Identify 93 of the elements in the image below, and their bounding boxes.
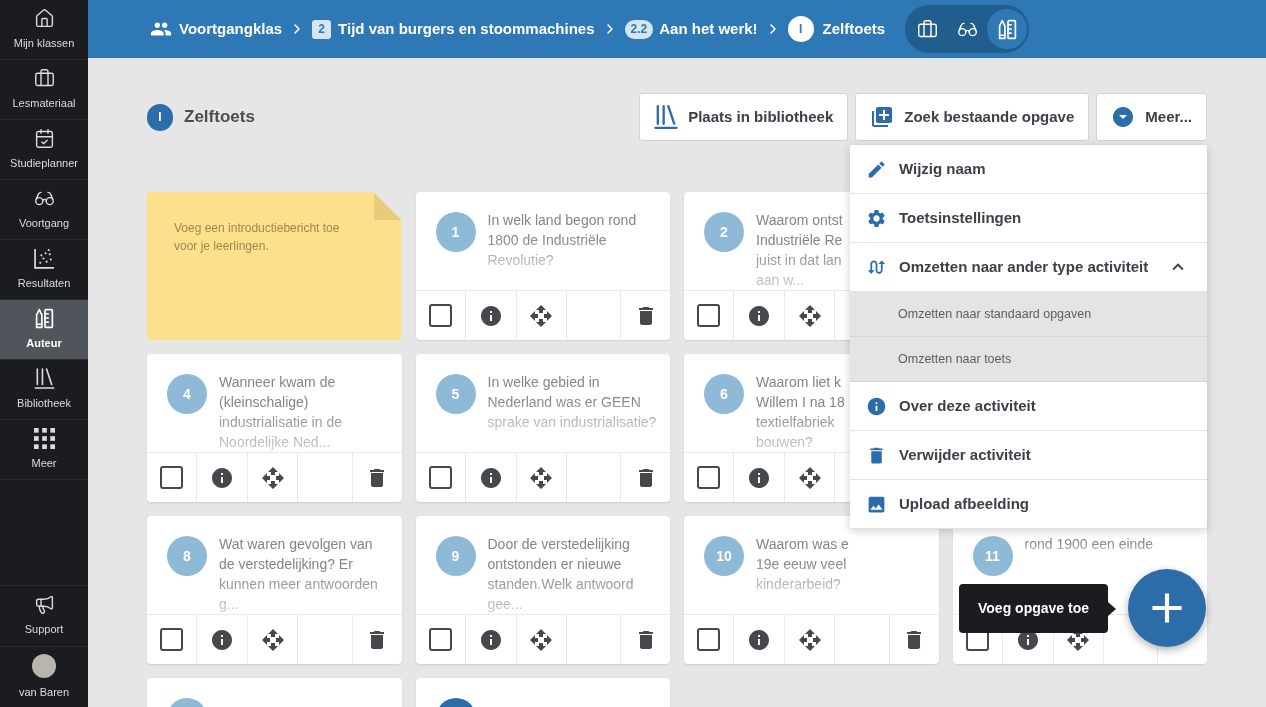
checkbox[interactable] — [160, 466, 183, 489]
books-icon — [33, 367, 55, 389]
number-badge: 11 — [972, 536, 1013, 576]
number-badge: 2 — [704, 212, 744, 252]
more-button[interactable]: Meer... — [1096, 93, 1207, 141]
settings-icon — [866, 207, 887, 229]
megaphone-icon — [33, 594, 55, 616]
move-icon[interactable] — [797, 303, 822, 328]
breadcrumb-link[interactable]: Voortgangklas — [179, 17, 283, 41]
info-icon[interactable] — [210, 627, 234, 652]
briefcase-icon — [916, 18, 938, 40]
house-icon — [33, 7, 55, 29]
view-tab[interactable] — [987, 9, 1028, 49]
question-card[interactable]: 10 Waarom was e 19e eeuw veel kinderarbeid? — [684, 516, 939, 664]
move-icon[interactable] — [260, 627, 285, 652]
tooltip: Voeg opgave toe — [959, 584, 1116, 633]
sidebar-item[interactable]: Meer — [0, 420, 88, 480]
number-badge: 9 — [435, 536, 476, 576]
sidebar-item[interactable]: Studieplanner — [0, 120, 88, 180]
library-button[interactable]: Plaats in bibliotheek — [639, 93, 849, 141]
number-badge: 4 — [167, 374, 207, 414]
menu-item[interactable]: Verwijder activiteit — [850, 431, 1207, 480]
breadcrumb-link[interactable]: Aan het werk! — [659, 17, 758, 41]
info-icon[interactable] — [747, 627, 771, 652]
books-icon — [654, 105, 679, 129]
question-text: In welke gebied in Nederland was er GEEN sprake van industrialisatie? — [487, 373, 658, 432]
move-icon[interactable] — [797, 627, 822, 652]
profile-item[interactable]: van Baren — [0, 646, 88, 707]
avatar — [32, 653, 56, 678]
move-icon[interactable] — [529, 465, 553, 490]
sidebar-item[interactable]: Lesmateriaal — [0, 60, 88, 120]
checkbox[interactable] — [160, 628, 183, 651]
sidebar-item[interactable]: Bibliotheek — [0, 360, 88, 420]
info-icon[interactable] — [747, 465, 771, 490]
briefcase-icon — [33, 67, 55, 89]
number-badge: 5 — [435, 374, 476, 414]
move-icon[interactable] — [529, 627, 553, 652]
pencil-ruler-icon — [33, 307, 55, 329]
move-icon[interactable] — [260, 465, 285, 490]
number-badge: 8 — [167, 536, 207, 576]
number-badge: 1 — [435, 212, 476, 252]
question-text: Waarom liet k Willem I na 18 textielfabriek bouwen? — [756, 373, 845, 452]
checkbox[interactable] — [428, 466, 452, 489]
grid-icon — [33, 427, 55, 449]
checkbox[interactable] — [697, 304, 720, 327]
breadcrumb-link[interactable]: Tijd van burgers en stoommachines — [338, 17, 595, 41]
move-icon[interactable] — [529, 303, 553, 328]
checkbox[interactable] — [697, 466, 720, 489]
sidebar-item[interactable]: Voortgang — [0, 180, 88, 240]
question-card[interactable]: 4 Wanneer kwam de (kleinschalige) industrialisatie in de Noordelijke Ned... — [147, 354, 402, 502]
question-text: Waarom was e 19e eeuw veel kinderarbeid? — [756, 535, 849, 594]
chapter-badge: 2 — [312, 19, 332, 39]
checkbox[interactable] — [428, 304, 452, 327]
submenu-item[interactable]: Omzetten naar toets — [850, 337, 1207, 382]
info-icon[interactable] — [210, 465, 234, 490]
number-badge: 6 — [704, 374, 744, 414]
pencil-ruler-icon — [996, 18, 1018, 40]
question-text: rond 1900 een einde — [1024, 535, 1153, 554]
menu-item[interactable]: Upload afbeelding — [850, 480, 1207, 529]
checkbox[interactable] — [428, 628, 452, 651]
question-card[interactable]: 8 Wat waren gevolgen van de verstedelijking? Er kunnen meer antwoorden g... — [147, 516, 402, 664]
question-card[interactable]: 1 In welk land begon rond 1800 de Industriële Revolutie? — [415, 192, 670, 340]
sidebar-item[interactable]: Auteur — [0, 300, 88, 360]
support-item[interactable]: Support — [0, 585, 88, 646]
checkbox[interactable] — [697, 628, 720, 651]
info-icon[interactable] — [478, 465, 503, 490]
section-badge: 2.2 — [624, 19, 654, 39]
calendar-check-icon — [33, 127, 55, 149]
question-text: Door de verstedelijking ontstonden er nieuwe standen.Welk antwoord gee... — [487, 535, 635, 614]
question-text: In welk land begon rond 1800 de Industriële Revolutie? — [487, 211, 638, 270]
library-add-icon — [870, 105, 895, 129]
move-icon[interactable] — [797, 465, 822, 490]
menu-item[interactable]: Toetsinstellingen — [850, 194, 1207, 243]
question-card[interactable]: 9 Door de verstedelijking ontstonden er nieuwe standen.Welk antwoord gee... — [415, 516, 670, 664]
activity-badge: I — [147, 103, 173, 131]
activity-badge: I — [787, 16, 814, 42]
page-title: Zelftoets — [184, 106, 255, 129]
info-icon[interactable] — [478, 627, 503, 652]
question-card[interactable]: 5 In welke gebied in Nederland was er GEEN sprake van industrialisatie? — [415, 354, 670, 502]
question-text: Wanneer kwam de (kleinschalige) industrialisatie in de Noordelijke Ned... — [219, 373, 343, 452]
menu-item[interactable]: Wijzig naam — [850, 145, 1207, 194]
scatter-chart-icon — [33, 247, 55, 269]
menu-item[interactable]: Over deze activiteit — [850, 382, 1207, 431]
breadcrumb-current: Zelftoets — [822, 18, 886, 39]
info-icon — [866, 395, 887, 417]
info-icon[interactable] — [478, 303, 503, 328]
question-text: Waarom ontst Industriële Re juist in dat lan aan w... — [756, 211, 843, 290]
info-icon[interactable] — [747, 303, 771, 328]
number-badge: 10 — [704, 536, 744, 576]
add-existing-button[interactable]: Zoek bestaande opgave — [855, 93, 1090, 141]
note-text: Voeg een introductiebericht toe voor je leerlingen. — [174, 220, 341, 255]
question-text: Wat waren gevolgen van de verstedelijking? Er kunnen meer antwoorden g... — [219, 535, 379, 614]
submenu-item[interactable]: Omzetten naar standaard opgaven — [850, 292, 1207, 337]
